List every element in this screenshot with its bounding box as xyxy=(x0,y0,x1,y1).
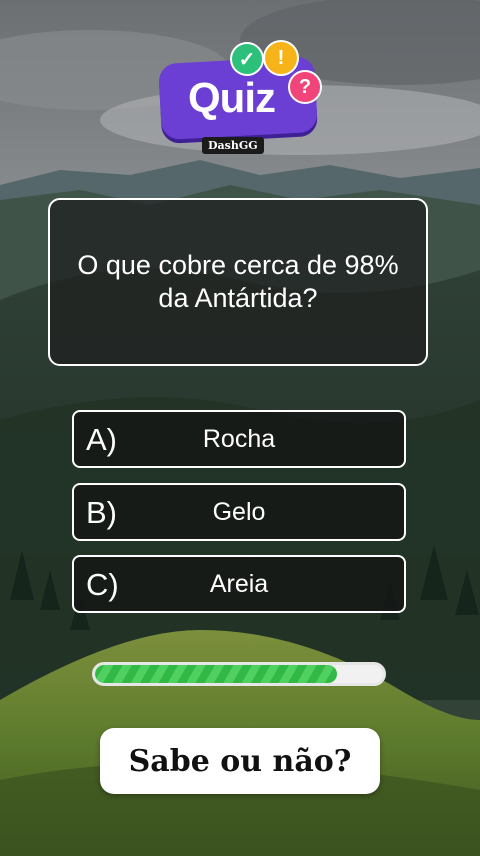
answer-option-a[interactable]: A) Rocha xyxy=(72,410,406,468)
option-text: Areia xyxy=(209,570,269,598)
question-mark-icon: ? xyxy=(288,70,322,104)
progress-fill xyxy=(95,665,337,683)
answer-option-b[interactable]: B) Gelo xyxy=(72,483,406,541)
option-text: Gelo xyxy=(212,498,266,526)
brand-label: DashGG xyxy=(202,137,264,154)
question-card: O que cobre cerca de 98% da Antártida? xyxy=(48,198,428,366)
check-icon: ✓ xyxy=(230,42,264,76)
cta-banner: Sabe ou não? xyxy=(100,728,380,794)
timer-progress-bar xyxy=(92,662,386,686)
exclamation-icon: ! xyxy=(263,40,299,76)
answer-option-c[interactable]: C) Areia xyxy=(72,555,406,613)
question-text: O que cobre cerca de 98% da Antártida? xyxy=(77,250,399,313)
cta-text: Sabe ou não? xyxy=(128,743,352,779)
quiz-logo: Quiz ✓ ! ? DashGG xyxy=(158,40,330,160)
option-text: Rocha xyxy=(202,425,276,453)
logo-word: Quiz xyxy=(188,74,276,121)
